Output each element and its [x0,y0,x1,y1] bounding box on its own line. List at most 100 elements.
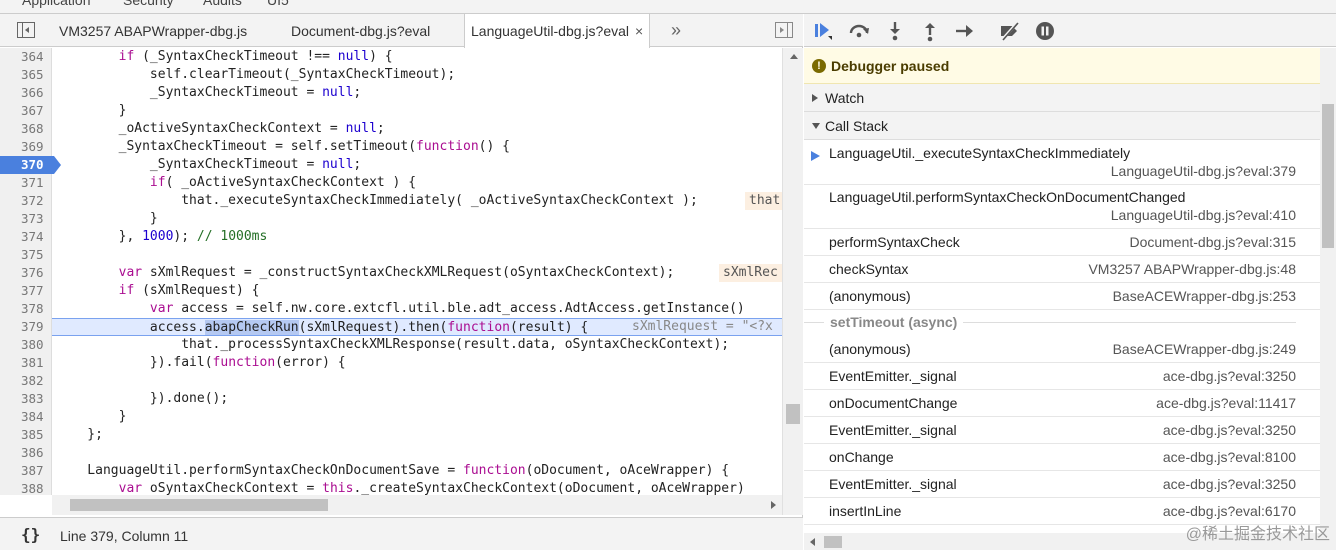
frame-location[interactable]: BaseACEWrapper-dbg.js:249 [1113,341,1296,357]
frame-location[interactable]: VM3257 ABAPWrapper-dbg.js:48 [1088,261,1296,277]
editor-horizontal-scrollbar[interactable] [52,495,782,515]
step-button[interactable] [954,20,976,42]
line-number[interactable]: 364 [0,48,52,66]
scroll-up-icon[interactable] [790,54,798,59]
code-line[interactable]: _SyntaxCheckTimeout = null; [56,84,361,102]
line-number[interactable]: 372 [0,192,52,210]
frame-location[interactable]: LanguageUtil-dbg.js?eval:410 [1111,207,1296,223]
line-number[interactable]: 376 [0,264,52,282]
frame-location[interactable]: Document-dbg.js?eval:315 [1129,234,1296,250]
line-number[interactable]: 377 [0,282,52,300]
code-line[interactable]: _oActiveSyntaxCheckContext = null; [56,120,385,138]
call-frame[interactable]: checkSyntax VM3257 ABAPWrapper-dbg.js:48 [804,256,1320,283]
tab-ui5[interactable]: UI5 [267,0,289,8]
more-tabs-icon[interactable]: » [671,20,681,41]
frame-location[interactable]: BaseACEWrapper-dbg.js:253 [1113,288,1296,304]
line-number[interactable]: 374 [0,228,52,246]
navigator-toggle-icon[interactable] [17,22,35,38]
line-number[interactable]: 367 [0,102,52,120]
line-number[interactable]: 368 [0,120,52,138]
pretty-print-icon[interactable]: {} [21,525,40,544]
line-number[interactable]: 387 [0,462,52,480]
tab-audits[interactable]: Audits [203,0,242,8]
editor-vertical-scrollbar[interactable] [782,48,803,515]
sidebar-vertical-scrollbar[interactable] [1320,48,1336,533]
code-line[interactable]: LanguageUtil.performSyntaxCheckOnDocumen… [56,462,729,480]
close-icon[interactable]: × [635,23,643,39]
call-frame[interactable]: LanguageUtil._executeSyntaxCheckImmediat… [804,141,1320,185]
frame-location[interactable]: ace-dbg.js?eval:8100 [1163,449,1296,465]
line-number[interactable]: 381 [0,354,52,372]
line-number[interactable]: 365 [0,66,52,84]
code-line[interactable]: self.clearTimeout(_SyntaxCheckTimeout); [56,66,455,84]
pause-on-exceptions-button[interactable] [1034,20,1056,42]
editor-tab-languageutil[interactable]: LanguageUtil-dbg.js?eval × [464,14,651,48]
code-line[interactable]: }; [56,426,103,444]
code-line[interactable]: if (_SyntaxCheckTimeout !== null) { [56,48,393,66]
tab-security[interactable]: Security [123,0,174,8]
code-line[interactable]: var sXmlRequest = _constructSyntaxCheckX… [56,264,675,282]
frame-location[interactable]: ace-dbg.js?eval:3250 [1163,368,1296,384]
step-out-button[interactable] [919,20,941,42]
line-number[interactable]: 371 [0,174,52,192]
frame-location[interactable]: LanguageUtil-dbg.js?eval:379 [1111,163,1296,179]
line-number[interactable]: 382 [0,372,52,390]
line-number[interactable]: 380 [0,336,52,354]
editor-tab-document[interactable]: Document-dbg.js?eval [291,14,430,47]
resume-button[interactable] [814,20,836,42]
code-line[interactable]: if (sXmlRequest) { [56,282,260,300]
code-editor[interactable]: 364 365 366 367 368 369 370 371 372 373 … [0,48,782,495]
debugger-sidebar-toggle-icon[interactable] [775,22,793,38]
frame-location[interactable]: ace-dbg.js?eval:6170 [1163,503,1296,519]
call-frame[interactable]: (anonymous) BaseACEWrapper-dbg.js:253 [804,283,1320,310]
scroll-left-icon[interactable] [810,538,815,546]
call-frame[interactable]: EventEmitter._signal ace-dbg.js?eval:3250 [804,417,1320,444]
line-number[interactable]: 366 [0,84,52,102]
watch-section-header[interactable]: Watch [804,84,1320,112]
editor-tab-abapwrapper[interactable]: VM3257 ABAPWrapper-dbg.js [59,14,247,47]
line-number[interactable]: 384 [0,408,52,426]
code-line[interactable]: that._processSyntaxCheckXMLResponse(resu… [56,336,729,354]
code-line[interactable]: var access = self.nw.core.extcfl.util.bl… [56,300,745,318]
code-line[interactable]: }, 1000); // 1000ms [56,228,268,246]
scrollbar-thumb[interactable] [1322,104,1334,248]
frame-location[interactable]: ace-dbg.js?eval:3250 [1163,422,1296,438]
code-line[interactable]: if( _oActiveSyntaxCheckContext ) { [56,174,416,192]
tab-application[interactable]: Application [22,0,91,8]
breakpoint-marker[interactable]: 370 [0,156,61,174]
code-line[interactable]: } [56,102,127,120]
code-line[interactable]: var oSyntaxCheckContext = this._createSy… [56,480,745,495]
line-number[interactable]: 379 [0,318,52,336]
deactivate-breakpoints-button[interactable] [998,20,1020,42]
scroll-right-icon[interactable] [771,501,776,509]
line-number[interactable]: 388 [0,480,52,495]
code-line[interactable]: } [56,210,158,228]
frame-location[interactable]: ace-dbg.js?eval:11417 [1156,395,1296,411]
code-line[interactable]: }).fail(function(error) { [56,354,346,372]
call-frame[interactable]: onChange ace-dbg.js?eval:8100 [804,444,1320,471]
scrollbar-thumb[interactable] [70,499,328,511]
code-line[interactable]: } [56,408,127,426]
scrollbar-thumb[interactable] [786,404,800,424]
line-number[interactable]: 386 [0,444,52,462]
line-number[interactable]: 369 [0,138,52,156]
line-number[interactable]: 375 [0,246,52,264]
line-number[interactable]: 373 [0,210,52,228]
call-frame[interactable]: EventEmitter._signal ace-dbg.js?eval:3250 [804,471,1320,498]
line-number[interactable]: 383 [0,390,52,408]
scrollbar-thumb[interactable] [824,536,842,548]
call-frame[interactable]: onDocumentChange ace-dbg.js?eval:11417 [804,390,1320,417]
step-over-button[interactable] [848,20,870,42]
call-frame[interactable]: LanguageUtil.performSyntaxCheckOnDocumen… [804,185,1320,229]
call-frame[interactable]: performSyntaxCheck Document-dbg.js?eval:3… [804,229,1320,256]
call-frame[interactable]: (anonymous) BaseACEWrapper-dbg.js:249 [804,336,1320,363]
code-line[interactable]: _SyntaxCheckTimeout = self.setTimeout(fu… [56,138,510,156]
line-gutter[interactable]: 364 365 366 367 368 369 370 371 372 373 … [0,48,61,495]
line-number[interactable]: 378 [0,300,52,318]
call-frame[interactable]: EventEmitter._signal ace-dbg.js?eval:3250 [804,363,1320,390]
step-into-button[interactable] [884,20,906,42]
code-line[interactable]: _SyntaxCheckTimeout = null; [56,156,361,174]
callstack-section-header[interactable]: Call Stack [804,112,1320,140]
code-line[interactable]: that._executeSyntaxCheckImmediately( _oA… [56,192,698,210]
frame-location[interactable]: ace-dbg.js?eval:3250 [1163,476,1296,492]
